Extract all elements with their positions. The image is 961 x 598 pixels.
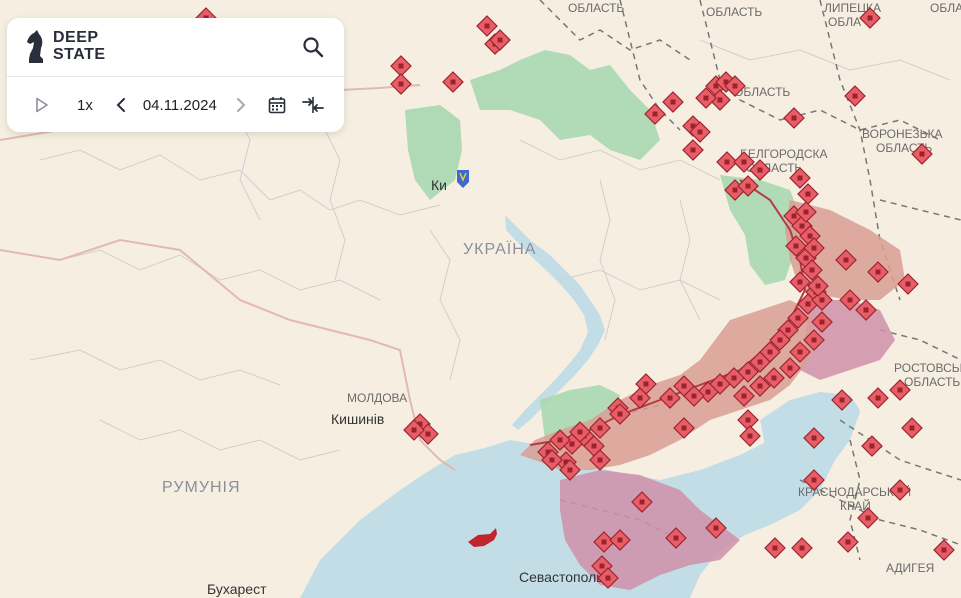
label-belgorod-1: БЕЛГОРОДСКА (740, 147, 828, 161)
search-icon (303, 37, 324, 58)
knight-icon (27, 30, 43, 63)
prev-date-button[interactable] (113, 96, 129, 114)
label-lipetsk-2: ОБЛА (828, 15, 861, 29)
label-moldova: МОЛДОВА (347, 391, 407, 405)
label-ukraine: УКРАЇНА (463, 240, 536, 258)
speed-button[interactable]: 1x (77, 97, 93, 114)
logo-line-1: DEEP (53, 29, 99, 46)
play-icon (36, 97, 48, 113)
label-kyiv: Ки (431, 177, 447, 193)
logo-line-2: STATE (53, 46, 106, 63)
control-panel: DEEP STATE 1x 04.11.2024 (7, 18, 344, 132)
label-chisinau: Кишинів (331, 411, 384, 427)
play-button[interactable] (33, 96, 51, 114)
date-display[interactable]: 04.11.2024 (143, 97, 217, 114)
chevron-right-icon (236, 98, 246, 112)
logo-text: DEEP STATE (53, 29, 106, 63)
label-oblast-1: ОБЛАСТЬ (568, 1, 624, 15)
compare-button[interactable] (301, 95, 325, 115)
label-rostov-1: РОСТОВСЬКА (894, 361, 961, 375)
logo[interactable]: DEEP STATE (25, 26, 106, 66)
calendar-button[interactable] (267, 95, 287, 115)
timeline-controls: 1x 04.11.2024 (33, 90, 326, 120)
label-bucharest: Бухарест (207, 581, 267, 597)
chevron-left-icon (116, 98, 125, 112)
panel-divider (7, 76, 344, 77)
label-adygea: АДИГЕЯ (886, 561, 934, 575)
label-romania: РУМУНІЯ (162, 479, 241, 496)
label-oblast-3: ОБЛАСТЬ (930, 1, 961, 15)
label-oblast-2: ОБЛАСТЬ (706, 5, 762, 19)
compare-icon (301, 97, 324, 113)
label-rostov-2: ОБЛАСТЬ (904, 375, 960, 389)
label-voronezh-1: ВОРОНЕЗЬКА (862, 127, 943, 141)
next-date-button[interactable] (233, 96, 249, 114)
calendar-icon (268, 97, 286, 114)
search-button[interactable] (302, 36, 324, 58)
label-sevastopol: Севастополь (519, 569, 604, 585)
